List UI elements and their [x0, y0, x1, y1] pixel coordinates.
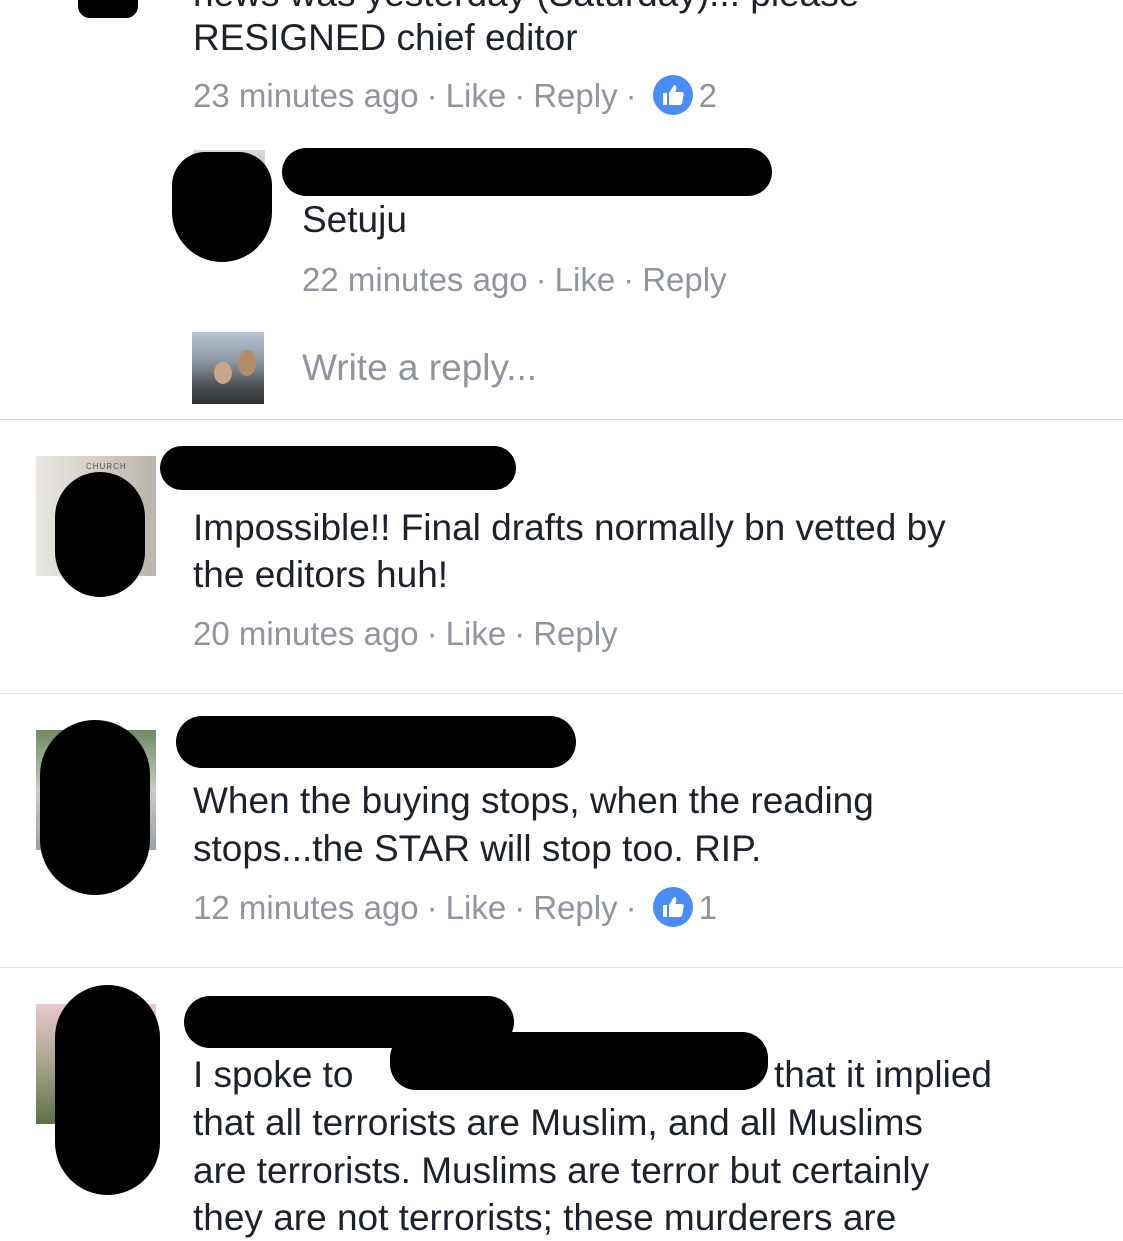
comment-meta: 23 minutes ago · Like · Reply · 2 — [193, 75, 717, 116]
reply-text: Setuju — [302, 199, 407, 240]
redaction-scribble — [55, 985, 160, 1195]
reply-link[interactable]: Reply — [533, 614, 617, 654]
comment-text: RESIGNED chief editor — [193, 17, 578, 58]
comment-text: the editors huh! — [193, 554, 449, 595]
comment-timestamp: 20 minutes ago — [193, 615, 419, 652]
write-reply-input[interactable]: Write a reply... — [302, 346, 537, 390]
comment-text: stops...the STAR will stop too. RIP. — [193, 828, 762, 869]
like-count: 1 — [698, 889, 717, 926]
comment-meta: 20 minutes ago · Like · Reply — [193, 614, 618, 654]
like-link[interactable]: Like — [446, 888, 507, 928]
redaction-scribble — [282, 148, 772, 196]
redaction-scribble — [172, 152, 272, 262]
like-link[interactable]: Like — [446, 614, 507, 654]
redaction-scribble — [55, 472, 145, 597]
avatar-face — [214, 362, 232, 384]
reply-timestamp: 22 minutes ago — [302, 261, 528, 298]
redaction-scribble — [40, 720, 150, 895]
like-link[interactable]: Like — [555, 260, 616, 300]
reply-meta: 22 minutes ago · Like · Reply — [302, 260, 727, 300]
avatar-face — [238, 350, 256, 376]
comment-text: are terrorists. Muslims are terror but c… — [193, 1150, 930, 1191]
avatar-text: CHURCH — [86, 462, 127, 471]
like-reaction-icon — [652, 75, 693, 116]
redaction-scribble — [176, 716, 576, 768]
redaction-scribble — [390, 1032, 768, 1090]
comment-divider — [0, 967, 1123, 968]
redaction-scribble — [160, 446, 516, 490]
comment-text: that all terrorists are Muslim, and all … — [193, 1102, 923, 1143]
like-reaction-icon — [652, 887, 693, 928]
comment-timestamp: 12 minutes ago — [193, 889, 419, 926]
comment-meta: 12 minutes ago · Like · Reply · 1 — [193, 887, 717, 928]
comment-divider — [0, 693, 1123, 694]
reply-link[interactable]: Reply — [642, 260, 726, 300]
redaction-scribble — [78, 0, 138, 18]
comment-text: When the buying stops, when the reading — [193, 780, 874, 821]
comment-divider — [0, 419, 1123, 420]
comment-text: that it implied — [774, 1054, 992, 1095]
comment-timestamp: 23 minutes ago — [193, 77, 419, 114]
like-link[interactable]: Like — [446, 76, 507, 116]
comment-text: they are not terrorists; these murderers… — [193, 1197, 897, 1238]
reply-link[interactable]: Reply — [533, 76, 617, 116]
current-user-avatar — [192, 332, 264, 404]
comment-text: I spoke to — [193, 1054, 354, 1095]
comment-text: Impossible!! Final drafts normally bn ve… — [193, 507, 946, 548]
like-count: 2 — [698, 77, 717, 114]
reply-link[interactable]: Reply — [533, 888, 617, 928]
